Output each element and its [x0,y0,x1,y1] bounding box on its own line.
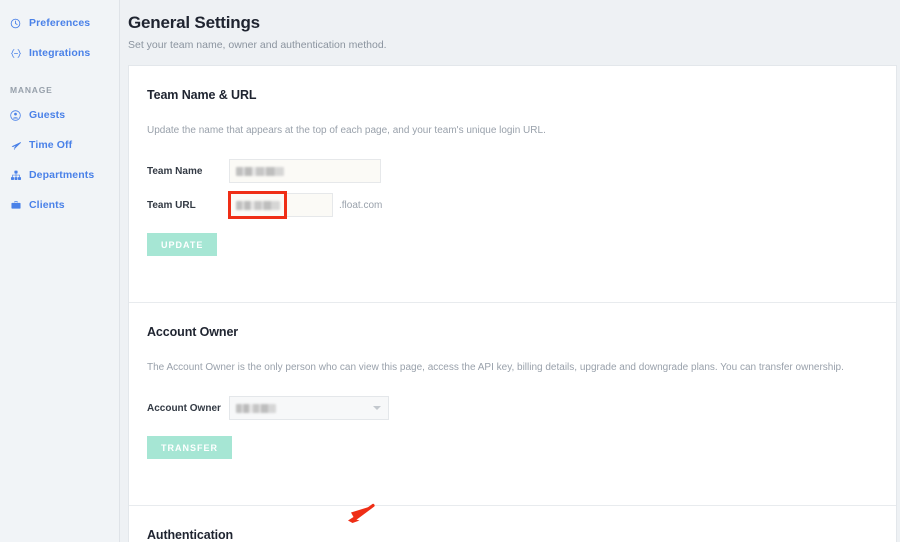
panel-team-name-url: Team Name & URL Update the name that app… [129,66,896,280]
sidebar-item-clients[interactable]: Clients [0,190,119,220]
airplane-icon [10,138,25,152]
team-name-input[interactable] [229,159,381,184]
account-owner-label: Account Owner [147,402,221,414]
chevron-down-icon [373,406,381,411]
page-title: General Settings [128,13,260,32]
update-button[interactable]: UPDATE [147,233,218,257]
sidebar-item-label: Guests [29,108,66,121]
page-header: General Settings Set your team name, own… [120,0,900,51]
panel-description: Update the name that appears at the top … [147,125,546,137]
panel-title: Authentication [147,528,234,542]
team-url-suffix: .float.com [339,199,383,211]
update-button-wrap: UPDATE [147,233,878,280]
sidebar-item-departments[interactable]: Departments [0,160,119,190]
briefcase-icon [10,198,25,212]
account-owner-select[interactable] [229,396,389,421]
panel-description: The Account Owner is the only person who… [147,362,844,374]
team-url-label: Team URL [147,199,196,211]
transfer-button[interactable]: TRANSFER [147,436,232,460]
clock-icon [10,16,25,30]
page-subtitle: Set your team name, owner and authentica… [128,38,387,51]
sidebar-item-label: Departments [29,168,95,181]
main-content: General Settings Set your team name, own… [120,0,900,542]
field-row-team-url: Team URL .float.com [147,191,878,220]
panel-authentication: Authentication Float supports SAML-based… [129,505,896,542]
sidebar-item-label: Clients [29,198,65,211]
sidebar-item-label: Integrations [29,46,91,59]
settings-page: Preferences Integrations MANAGE Guests T… [0,0,900,542]
org-chart-icon [10,168,25,182]
team-name-label: Team Name [147,165,203,177]
panel-title: Account Owner [147,325,239,340]
settings-card: Team Name & URL Update the name that app… [128,65,897,542]
field-row-account-owner: Account Owner [147,396,878,421]
sidebar-section-manage: MANAGE [10,85,53,95]
panel-title: Team Name & URL [147,88,257,103]
sidebar-item-guests[interactable]: Guests [0,100,119,130]
sidebar-item-integrations[interactable]: Integrations [0,38,119,68]
team-url-input[interactable] [229,193,333,218]
transfer-button-wrap: TRANSFER [147,436,878,483]
code-braces-icon [10,46,25,60]
sidebar-item-time-off[interactable]: Time Off [0,130,119,160]
sidebar-item-label: Time Off [29,138,73,151]
person-icon [10,108,25,122]
sidebar: Preferences Integrations MANAGE Guests T… [0,0,120,542]
team-url-redacted-value [236,200,280,210]
team-name-redacted-value [236,166,284,176]
field-row-team-name: Team Name [147,159,878,184]
sidebar-item-preferences[interactable]: Preferences [0,8,119,38]
panel-account-owner: Account Owner The Account Owner is the o… [129,302,896,483]
sidebar-item-label: Preferences [29,16,91,29]
account-owner-redacted-value [236,403,276,413]
